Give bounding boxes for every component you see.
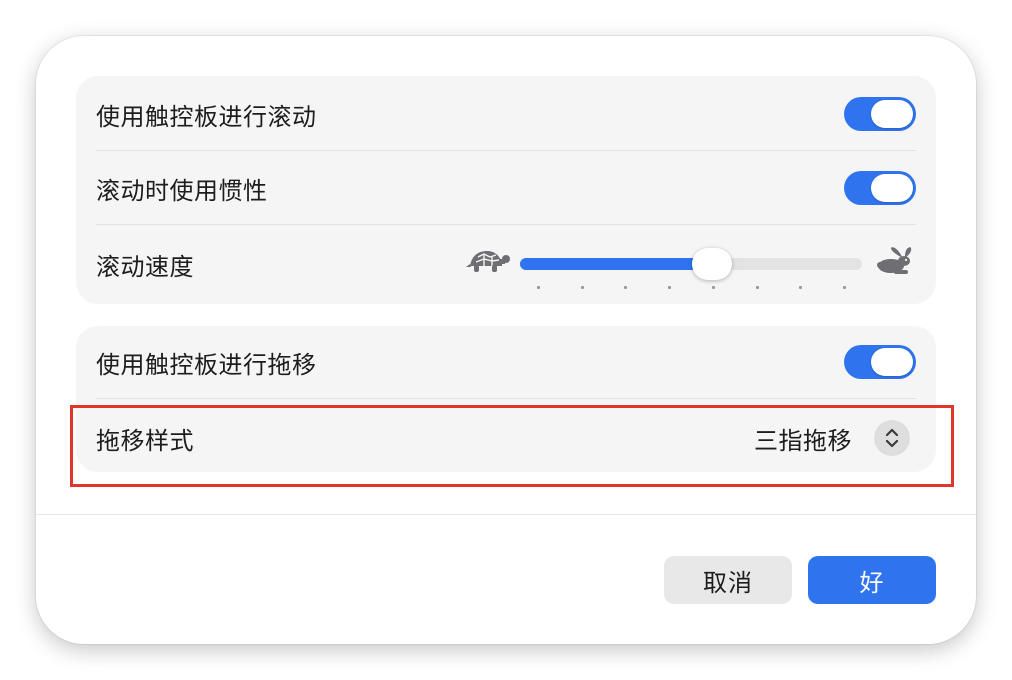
slider-tick — [711, 286, 715, 289]
drag-style-popup[interactable] — [726, 416, 916, 460]
turtle-icon — [466, 246, 510, 280]
slider-tick — [624, 286, 628, 289]
inertia-toggle[interactable] — [844, 171, 916, 205]
drag-settings-group: 使用触控板进行拖移 拖移样式 三指拖移 — [76, 326, 936, 472]
toggle-knob — [871, 348, 913, 376]
slider-tick — [799, 286, 803, 289]
slider-tick — [537, 286, 540, 289]
scroll-settings-group: 使用触控板进行滚动 滚动时使用惯性 滚动速度 — [76, 76, 936, 304]
toggle-knob — [871, 100, 913, 128]
scroll-speed-slider[interactable] — [466, 236, 936, 296]
scroll-with-trackpad-toggle[interactable] — [844, 97, 916, 131]
slider-tick — [843, 286, 846, 289]
slider-tick — [580, 286, 584, 289]
scroll-with-trackpad-row: 使用触控板进行滚动 — [96, 94, 916, 134]
drag-with-trackpad-label: 使用触控板进行拖移 — [96, 350, 317, 379]
cancel-button[interactable]: 取消 — [664, 556, 792, 604]
rabbit-icon — [874, 246, 914, 280]
drag-with-trackpad-row: 使用触控板进行拖移 — [96, 342, 916, 382]
dialog: 使用触控板进行滚动 滚动时使用惯性 滚动速度 使用触控板进行拖移 拖移样式 三指… — [36, 36, 976, 644]
drag-with-trackpad-toggle[interactable] — [844, 345, 916, 379]
divider — [96, 150, 916, 151]
drag-style-row: 拖移样式 三指拖移 — [96, 416, 916, 460]
footer-divider — [36, 514, 976, 515]
divider — [96, 224, 916, 225]
scroll-with-trackpad-label: 使用触控板进行滚动 — [96, 102, 317, 131]
scroll-speed-row: 滚动速度 — [96, 244, 916, 289]
inertia-row: 滚动时使用惯性 — [96, 168, 916, 208]
slider-tick — [668, 286, 672, 289]
toggle-knob — [871, 174, 913, 202]
drag-style-label: 拖移样式 — [96, 426, 194, 455]
inertia-label: 滚动时使用惯性 — [96, 176, 268, 205]
slider-thumb[interactable] — [691, 248, 732, 280]
ok-button[interactable]: 好 — [808, 556, 936, 604]
slider-tick — [755, 286, 759, 289]
slider-fill — [520, 258, 712, 270]
scroll-speed-label: 滚动速度 — [96, 252, 194, 281]
divider — [96, 398, 916, 399]
